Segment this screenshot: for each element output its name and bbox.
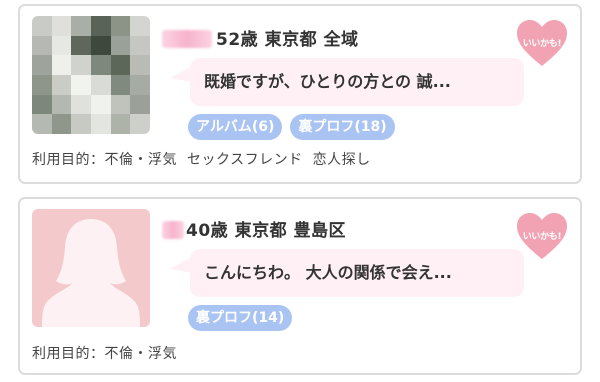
purpose-label: 利用目的：: [32, 152, 105, 168]
like-label: いいかも!: [522, 39, 562, 49]
tag-secret-profile[interactable]: 裏プロフ(14): [188, 305, 293, 331]
avatar-placeholder[interactable]: [32, 209, 150, 327]
profile-list: 52歳 東京都 全域 既婚ですが、ひとりの方との 誠... アルバム(6) 裏プ…: [0, 0, 600, 382]
purpose-item: 不倫・浮気: [104, 346, 177, 362]
masked-username: [162, 30, 212, 48]
purpose-label: 利用目的：: [32, 346, 105, 362]
like-button[interactable]: いいかも!: [516, 213, 568, 261]
like-button[interactable]: いいかも!: [516, 20, 568, 68]
masked-username: [162, 221, 184, 239]
tag-secret-profile[interactable]: 裏プロフ(18): [290, 114, 395, 140]
purpose-item: 恋人探し: [312, 152, 371, 168]
message-bubble-tail: [170, 66, 192, 82]
message-bubble-tail: [170, 257, 192, 273]
profile-card[interactable]: 40歳 東京都 豊島区 こんにちわ。 大人の関係で会え... 裏プロフ(14) …: [18, 197, 582, 375]
tag-list: 裏プロフ(14): [188, 305, 293, 331]
usage-purpose: 利用目的：不倫・浮気 セックスフレンド 恋人探し: [32, 149, 381, 169]
message-preview[interactable]: 既婚ですが、ひとりの方との 誠...: [190, 58, 524, 106]
message-preview[interactable]: こんにちわ。 大人の関係で会え...: [190, 249, 524, 297]
purpose-item: 不倫・浮気: [104, 152, 177, 168]
female-silhouette-icon: [42, 219, 140, 327]
like-label: いいかも!: [522, 232, 562, 242]
avatar-photo-mosaic[interactable]: [32, 16, 150, 134]
mosaic-image: [32, 16, 150, 134]
tag-album[interactable]: アルバム(6): [188, 114, 283, 140]
profile-summary[interactable]: 52歳 東京都 全域: [216, 25, 359, 50]
tag-list: アルバム(6) 裏プロフ(18): [188, 114, 395, 140]
purpose-item: セックスフレンド: [187, 152, 303, 168]
profile-card[interactable]: 52歳 東京都 全域 既婚ですが、ひとりの方との 誠... アルバム(6) 裏プ…: [18, 4, 582, 184]
profile-summary[interactable]: 40歳 東京都 豊島区: [186, 216, 346, 241]
usage-purpose: 利用目的：不倫・浮気: [32, 343, 187, 363]
